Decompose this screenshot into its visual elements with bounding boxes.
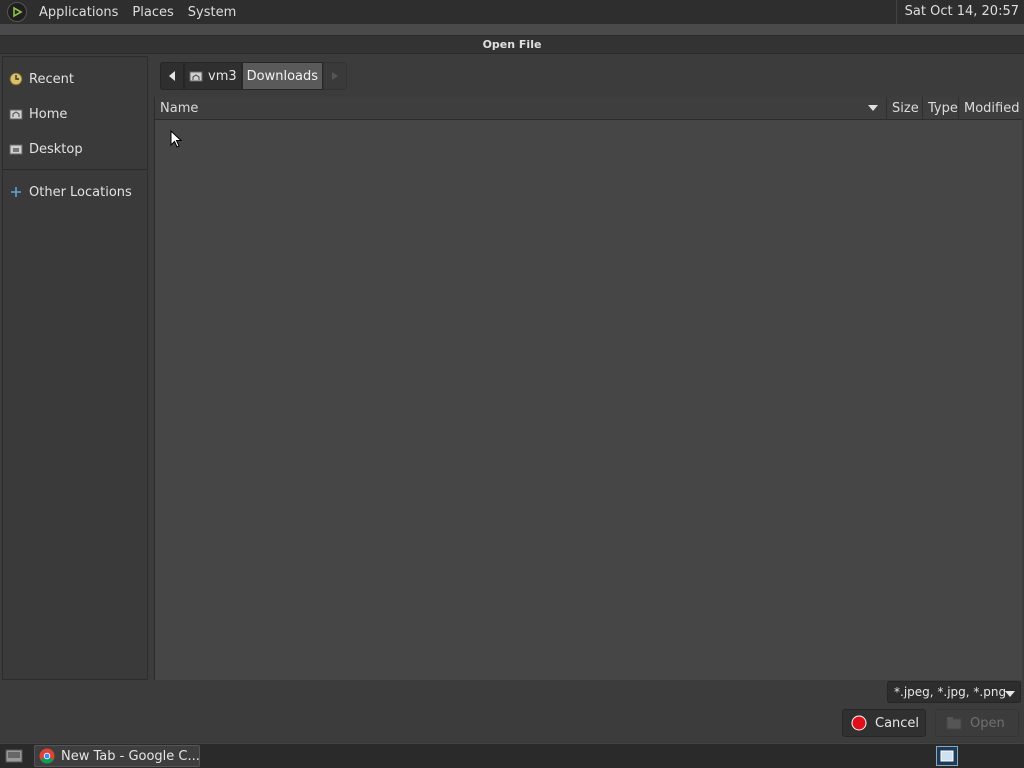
taskbar-item-label: New Tab - Google C... bbox=[61, 748, 200, 764]
path-segment-home[interactable]: vm3 bbox=[184, 62, 242, 90]
top-panel: Applications Places System Sat Oct 14, 2… bbox=[0, 0, 1024, 24]
dialog-title: Open File bbox=[0, 36, 1024, 54]
column-name-label: Name bbox=[160, 100, 199, 116]
file-list-header: Name Size Type Modified bbox=[155, 96, 1022, 120]
system-menu[interactable]: System bbox=[181, 5, 243, 20]
cancel-button[interactable]: Cancel bbox=[842, 709, 926, 737]
column-modified[interactable]: Modified bbox=[959, 97, 1022, 120]
sidebar-item-other-locations[interactable]: Other Locations bbox=[3, 178, 147, 206]
open-file-dialog: Open File Recent Home Desktop Other Loca… bbox=[0, 36, 1024, 742]
chevron-down-icon bbox=[1005, 686, 1015, 700]
sidebar-item-label: Recent bbox=[29, 71, 74, 87]
open-folder-icon bbox=[946, 716, 962, 730]
home-icon bbox=[8, 106, 24, 122]
path-bar: vm3 Downloads bbox=[160, 62, 348, 90]
path-back-button[interactable] bbox=[160, 62, 184, 90]
sidebar-item-label: Desktop bbox=[29, 141, 83, 157]
applications-menu[interactable]: Applications bbox=[32, 5, 125, 20]
open-button[interactable]: Open bbox=[935, 709, 1019, 737]
show-desktop-icon[interactable] bbox=[0, 744, 28, 768]
file-type-filter[interactable]: *.jpeg, *.jpg, *.png bbox=[887, 681, 1021, 703]
sidebar-item-label: Other Locations bbox=[29, 184, 132, 200]
taskbar-item-chrome[interactable]: New Tab - Google C... bbox=[34, 745, 200, 767]
recent-icon bbox=[8, 71, 24, 87]
path-segment-label: vm3 bbox=[208, 68, 237, 84]
clock[interactable]: Sat Oct 14, 20:57 bbox=[895, 0, 1024, 24]
chrome-icon bbox=[39, 748, 55, 764]
filter-label: *.jpeg, *.jpg, *.png bbox=[894, 685, 1007, 699]
plus-icon bbox=[8, 184, 24, 200]
column-name[interactable]: Name bbox=[155, 96, 887, 120]
path-segment-downloads[interactable]: Downloads bbox=[241, 62, 324, 90]
workspace-switcher[interactable] bbox=[936, 746, 958, 766]
cancel-icon bbox=[851, 715, 867, 731]
sidebar-item-home[interactable]: Home bbox=[3, 100, 147, 128]
chevron-right-icon bbox=[332, 72, 339, 80]
sidebar-item-recent[interactable]: Recent bbox=[3, 65, 147, 93]
open-label: Open bbox=[970, 715, 1005, 731]
chevron-left-icon bbox=[169, 71, 175, 81]
sidebar-item-label: Home bbox=[29, 106, 68, 122]
background-window-edge bbox=[0, 24, 1024, 36]
taskbar: New Tab - Google C... bbox=[0, 743, 1024, 768]
distro-logo-icon[interactable] bbox=[7, 2, 27, 22]
file-list[interactable]: Name Size Type Modified bbox=[154, 96, 1022, 680]
places-menu[interactable]: Places bbox=[125, 5, 180, 20]
desktop-icon bbox=[8, 141, 24, 157]
sidebar-separator bbox=[3, 169, 147, 170]
mouse-cursor-icon bbox=[170, 129, 183, 152]
places-sidebar: Recent Home Desktop Other Locations bbox=[2, 56, 148, 680]
path-forward-button[interactable] bbox=[323, 62, 348, 90]
home-folder-icon bbox=[189, 70, 203, 82]
column-size[interactable]: Size bbox=[887, 96, 923, 120]
sidebar-item-desktop[interactable]: Desktop bbox=[3, 135, 147, 163]
column-type[interactable]: Type bbox=[923, 96, 959, 120]
sort-descending-icon bbox=[868, 97, 878, 120]
cancel-label: Cancel bbox=[875, 715, 920, 731]
